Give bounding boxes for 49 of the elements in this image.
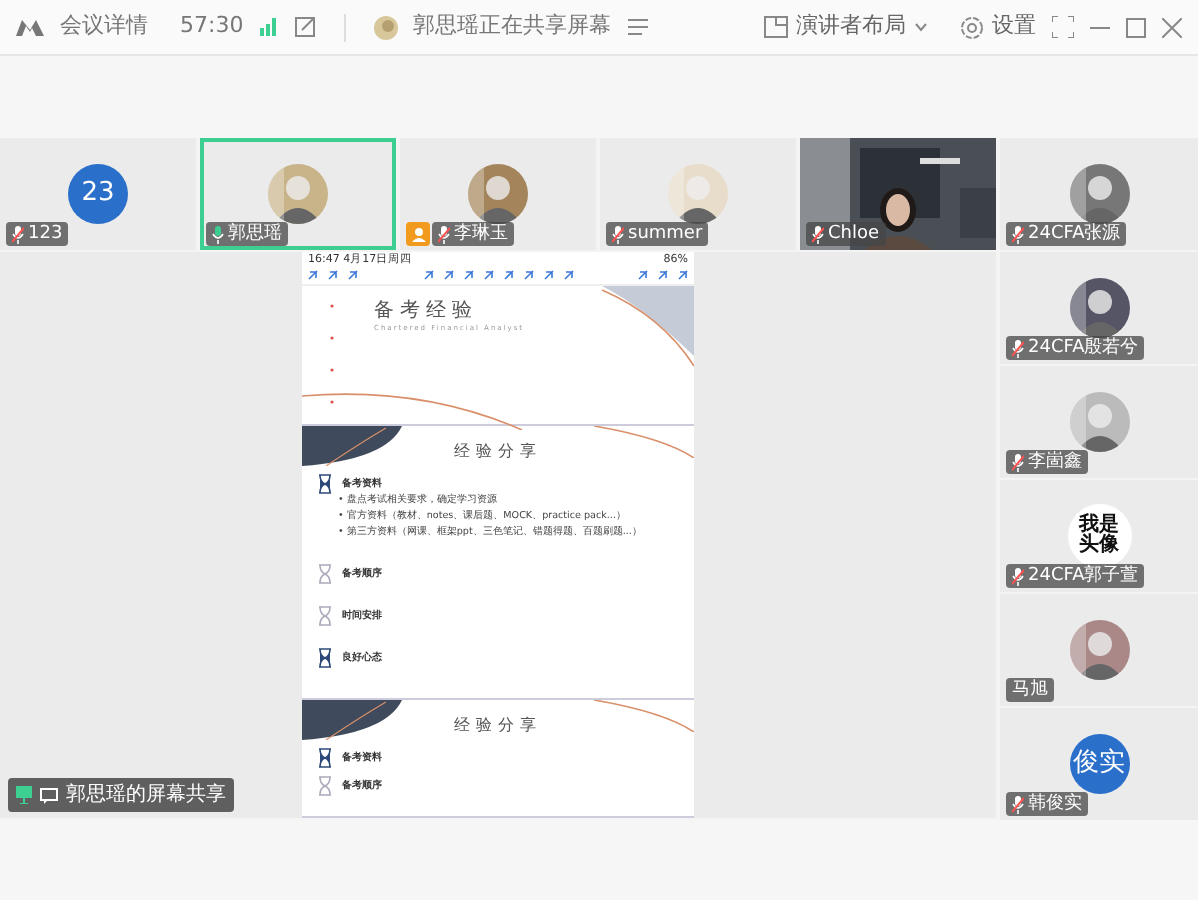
layout-button[interactable]: 演讲者布局 <box>764 10 928 44</box>
person-icon <box>411 227 425 241</box>
participant-tile[interactable]: 24CFA殷若兮 <box>1000 252 1198 364</box>
participant-tile[interactable]: 24CFA张源 <box>1000 138 1198 250</box>
external-link-icon[interactable] <box>293 16 316 38</box>
close-icon[interactable] <box>1162 17 1182 37</box>
avatar-initials: 23 <box>68 164 128 224</box>
maximize-icon[interactable] <box>1126 17 1146 37</box>
participant-tile[interactable]: 23 123 <box>0 138 196 250</box>
share-status-text: 郭思瑶正在共享屏幕 <box>413 10 612 43</box>
fullscreen-icon[interactable] <box>1052 16 1074 38</box>
name-label: 24CFA殷若兮 <box>1006 336 1145 360</box>
participant-tile[interactable]: 我是头像 24CFA郭子萱 <box>1000 480 1198 592</box>
name-label: Chloe <box>806 222 886 246</box>
slide-decoration-drawing <box>594 700 694 733</box>
participant-tile[interactable]: 俊实 韩俊实 <box>1000 708 1198 820</box>
name-label: summer <box>606 222 709 246</box>
slide-title: 备考经验 <box>374 297 478 324</box>
meeting-timer: 57:30 <box>180 10 244 43</box>
slide-title: 经验分享 <box>454 714 542 739</box>
screen-share-name: 郭思瑶的屏幕共享 <box>66 781 226 810</box>
signal-icon <box>259 18 278 36</box>
meeting-info-link[interactable]: 会议详情 <box>60 10 148 44</box>
name-label: 李崮鑫 <box>1006 450 1088 474</box>
logo-icon <box>16 18 44 36</box>
name-label: 马旭 <box>1006 678 1054 702</box>
slide-decoration-drawing <box>302 700 402 741</box>
name-label: 郭思瑶 <box>206 222 288 246</box>
participant-tile[interactable]: 李琳玉 <box>400 138 596 250</box>
participant-tile[interactable]: 郭思瑶 <box>200 138 396 250</box>
name-label: 123 <box>6 222 69 246</box>
chat-icon <box>40 787 58 803</box>
avatar-image-text: 我是头像 <box>1067 504 1131 568</box>
participant-tile[interactable]: summer <box>600 138 796 250</box>
layout-icon <box>764 16 788 38</box>
caret-icon <box>914 22 928 32</box>
settings-button[interactable]: 设置 <box>960 10 1036 44</box>
settings-icon <box>960 15 984 39</box>
slide-title: 经验分享 <box>454 440 542 465</box>
name-label: 24CFA张源 <box>1006 222 1127 246</box>
name-label: 韩俊实 <box>1006 792 1088 816</box>
participant-tile[interactable]: Chloe <box>800 138 996 250</box>
avatar-initials: 俊实 <box>1069 734 1129 794</box>
participant-tile[interactable]: 李崮鑫 <box>1000 366 1198 478</box>
participant-tile[interactable]: 马旭 <box>1000 594 1198 706</box>
name-label: 24CFA郭子萱 <box>1006 564 1145 588</box>
list-icon[interactable] <box>627 18 648 36</box>
name-label: 李琳玉 <box>432 222 514 246</box>
share-screen-icon <box>16 786 32 804</box>
